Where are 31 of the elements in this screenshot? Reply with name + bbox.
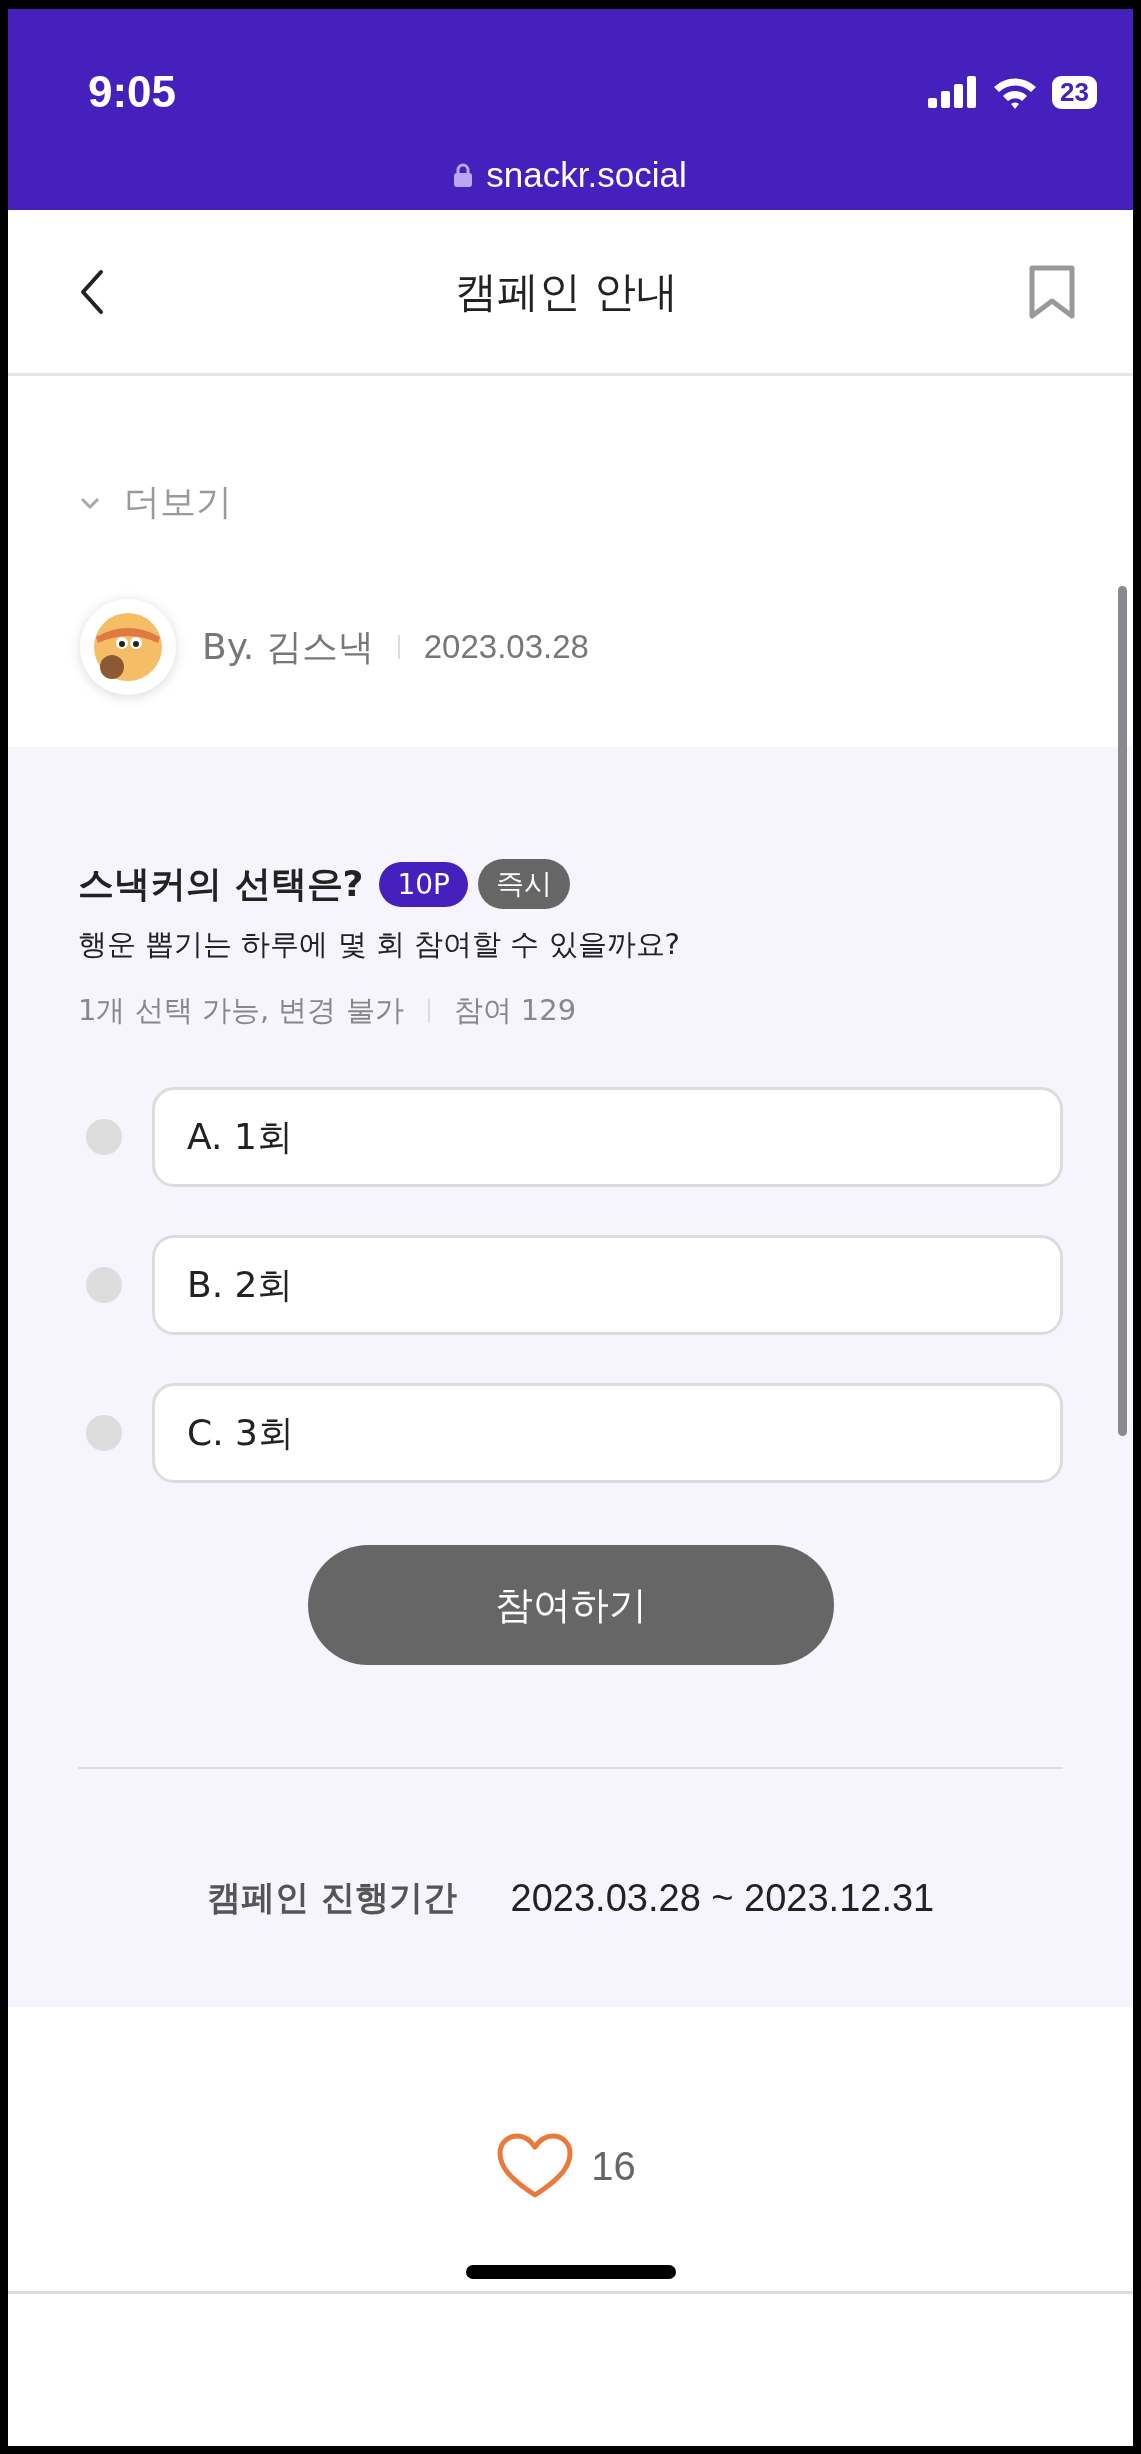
author-name: By. 김스낵	[202, 624, 374, 669]
radio-button[interactable]	[86, 1415, 122, 1451]
radio-button[interactable]	[86, 1119, 122, 1155]
rule-text: 1개 선택 가능, 변경 불가	[78, 992, 404, 1029]
answer-option[interactable]: A. 1회	[152, 1087, 1063, 1187]
period-label: 캠페인 진행기간	[206, 1876, 457, 1919]
tag-label: 즉시	[477, 859, 570, 909]
radio-button[interactable]	[86, 1267, 122, 1303]
home-indicator[interactable]	[465, 2265, 676, 2279]
signal-icon	[928, 76, 979, 108]
post-date: 2023.03.28	[423, 628, 589, 666]
tag-label: 10P	[379, 861, 468, 907]
scrollbar[interactable]	[1118, 586, 1127, 1436]
status-time: 9:05	[88, 67, 177, 117]
period-dates: 2023.03.28 ~ 2023.12.31	[510, 1876, 935, 1920]
join-button[interactable]: 참여하기	[307, 1545, 834, 1665]
lock-icon	[454, 163, 473, 187]
wifi-icon	[992, 75, 1039, 109]
back-icon[interactable]	[80, 268, 104, 315]
heart-icon[interactable]	[497, 2133, 574, 2199]
question-text: 행운 뽑기는 하루에 몇 회 참여할 수 있을까요?	[78, 926, 681, 963]
participant-count: 참여 129	[453, 992, 577, 1029]
page-title: 캠페인 안내	[454, 265, 679, 318]
answer-option[interactable]: C. 3회	[152, 1383, 1063, 1483]
like-count: 16	[591, 2143, 636, 2189]
quiz-title: 스낵커의 선택은?	[78, 861, 364, 906]
chevron-icon	[80, 496, 100, 509]
bookmark-icon[interactable]	[1029, 264, 1075, 319]
answer-option[interactable]: B. 2회	[152, 1235, 1063, 1335]
url-text: snackr.social	[486, 155, 687, 195]
battery-icon: 23	[1052, 75, 1097, 109]
